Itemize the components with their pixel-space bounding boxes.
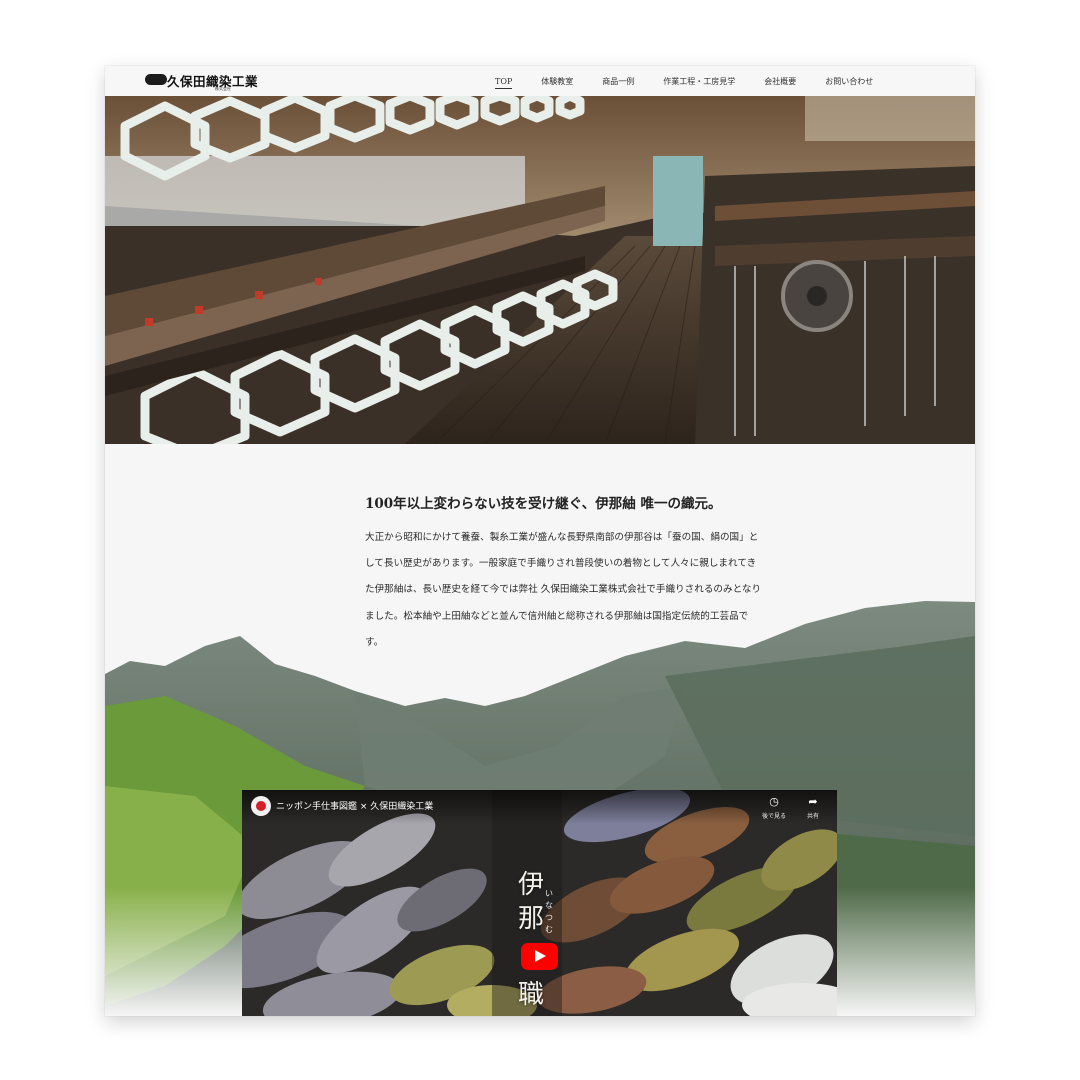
nav-item-products[interactable]: 商品一例 (602, 76, 634, 87)
share-button[interactable]: ➦ 共有 (793, 795, 833, 821)
intro-heading: 100年以上変わらない技を受け継ぐ、伊那紬 唯一の織元。 (365, 496, 722, 512)
main-nav: TOP 体験教室 商品一例 作業工程・工房見学 会社概要 お問い合わせ (495, 66, 902, 96)
intro-line: 大正から昭和にかけて養蚕、製糸工業が盛んな長野県南部の伊那谷は「蚕の国、絹の国」… (365, 532, 759, 543)
watch-later-button[interactable]: ◷ 後で見る (754, 795, 794, 821)
intro-paragraph: 大正から昭和にかけて養蚕、製糸工業が盛んな長野県南部の伊那谷は「蚕の国、絹の国」… (365, 525, 810, 656)
intro-line: す。 (365, 636, 384, 648)
nav-item-top[interactable]: TOP (495, 77, 513, 89)
watch-later-label: 後で見る (761, 813, 786, 820)
logo-badge (145, 74, 167, 85)
video-overlay-text: 伊 那 紬 職 (518, 868, 548, 1012)
share-icon: ➦ (808, 795, 818, 808)
video-overlay-kana: いなつむ (545, 889, 553, 934)
nav-item-workshop[interactable]: 体験教室 (541, 76, 573, 87)
intro-line: して長い歴史があります。一般家庭で手織りされ普段使いの着物として人々に親しまれて… (365, 558, 757, 570)
channel-avatar[interactable] (251, 796, 271, 816)
site-header: 久保田織染工業 株式会社 TOP 体験教室 商品一例 作業工程・工房見学 会社概… (105, 66, 975, 96)
logo-text: 久保田織染工業 (167, 74, 259, 89)
share-label: 共有 (806, 813, 819, 820)
site-logo[interactable]: 久保田織染工業 株式会社 (145, 72, 258, 92)
overlay-char: 職 (518, 980, 545, 1010)
overlay-char: 那 (518, 904, 545, 934)
youtube-play-icon[interactable] (521, 943, 558, 970)
overlay-char: 伊 (518, 870, 545, 900)
browser-page: 久保田織染工業 株式会社 TOP 体験教室 商品一例 作業工程・工房見学 会社概… (105, 66, 975, 1016)
intro-line: た伊那紬は、長い歴史を経て今では弊社 久保田織染工業株式会社で手織りされるのみと… (365, 584, 762, 596)
nav-item-company[interactable]: 会社概要 (764, 76, 796, 87)
nav-item-process-tour[interactable]: 作業工程・工房見学 (663, 76, 735, 87)
nav-item-contact[interactable]: お問い合わせ (825, 76, 873, 87)
logo-subtext: 株式会社 (215, 86, 231, 91)
clock-icon: ◷ (769, 795, 779, 808)
video-title[interactable]: ニッポン手仕事図鑑 × 久保田織染工業 (276, 799, 433, 812)
hero-factory-image (105, 96, 975, 444)
intro-line: ました。松本紬や上田紬などと並んで信州紬と総称される伊那紬は国指定伝統的工芸品で (365, 610, 749, 622)
youtube-video-embed[interactable]: ニッポン手仕事図鑑 × 久保田織染工業 ◷ 後で見る ➦ 共有 伊 那 紬 職 … (242, 790, 837, 1016)
